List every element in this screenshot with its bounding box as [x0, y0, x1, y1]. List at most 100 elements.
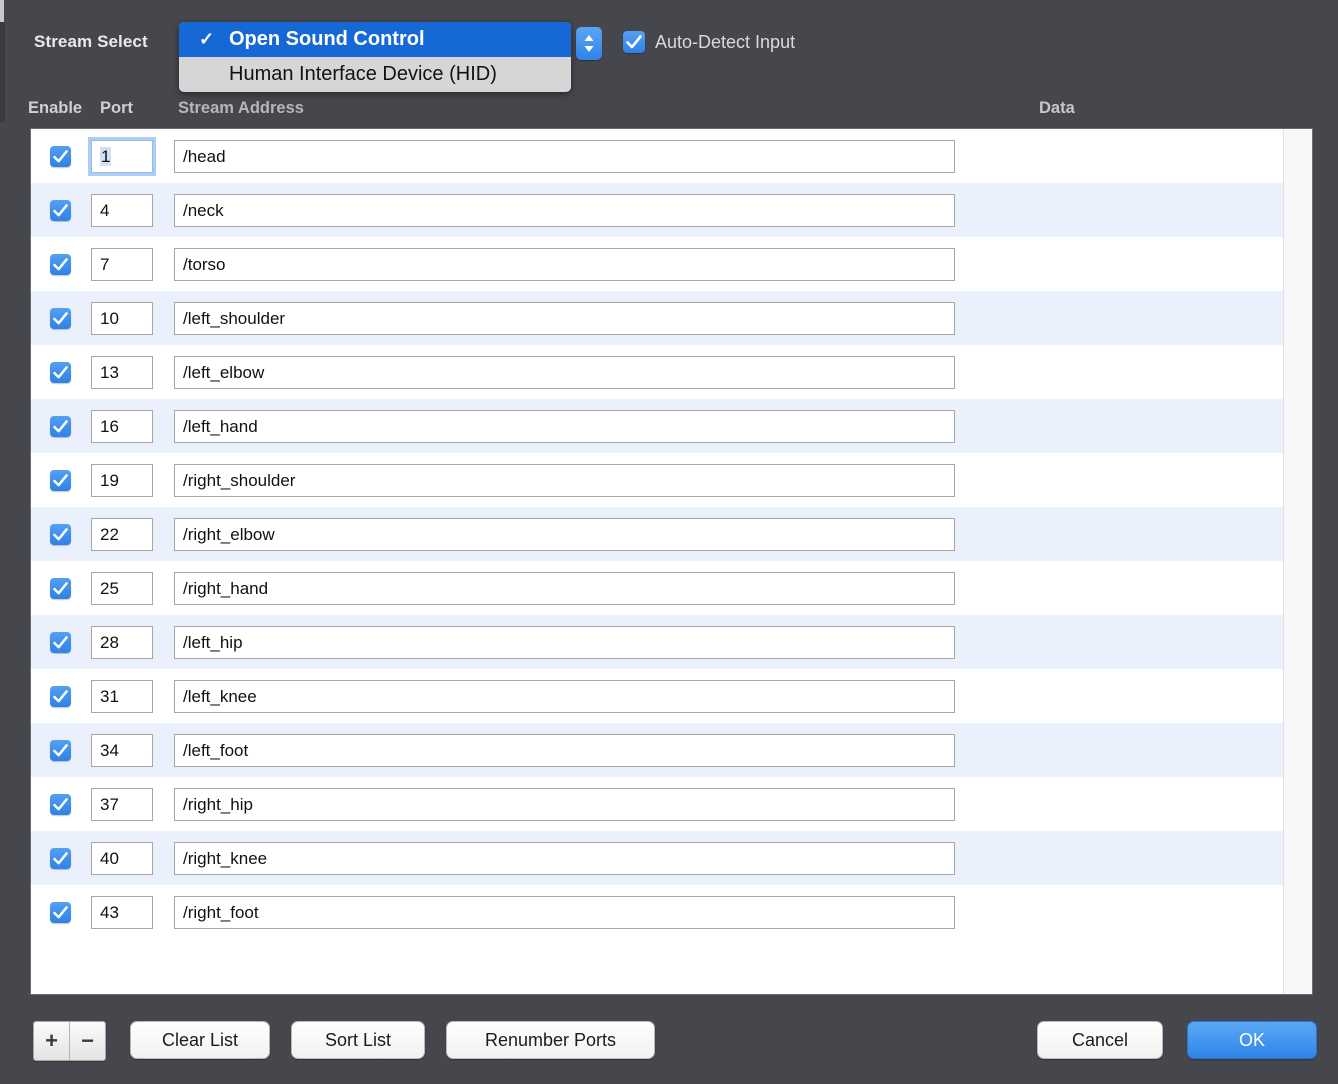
- port-input[interactable]: 10: [91, 301, 153, 335]
- port-input[interactable]: 16: [91, 409, 153, 443]
- data-cell: [955, 896, 1284, 929]
- checkmark-icon: [53, 203, 68, 216]
- checkmark-icon: [53, 581, 68, 594]
- row-enable-checkbox[interactable]: [50, 901, 71, 923]
- column-header-data: Data: [1039, 99, 1075, 117]
- stream-address-input[interactable]: /left_shoulder: [174, 301, 955, 335]
- menu-item-human-interface-device[interactable]: Human Interface Device (HID): [179, 57, 571, 92]
- row-enable-checkbox[interactable]: [50, 469, 71, 491]
- row-enable-checkbox[interactable]: [50, 739, 71, 761]
- port-input-value: 1: [100, 146, 112, 166]
- table-row[interactable]: 1/head: [31, 129, 1284, 183]
- stream-address-input[interactable]: /neck: [174, 193, 955, 227]
- auto-detect-checkbox[interactable]: [623, 31, 645, 53]
- sort-list-button[interactable]: Sort List: [291, 1021, 425, 1059]
- auto-detect-input-label: Auto-Detect Input: [655, 31, 796, 52]
- table-row[interactable]: 34/left_foot: [31, 723, 1284, 777]
- row-enable-checkbox[interactable]: [50, 577, 71, 599]
- port-input[interactable]: 31: [91, 679, 153, 713]
- add-row-button[interactable]: +: [34, 1022, 69, 1060]
- checkmark-icon: [53, 419, 68, 432]
- stream-address-input[interactable]: /right_knee: [174, 841, 955, 875]
- menu-item-label: Open Sound Control: [229, 28, 425, 50]
- port-input[interactable]: 1: [91, 139, 153, 173]
- stream-table: 1/head 4/neck 7/torso 10/left_shoulder 13/le…: [30, 128, 1313, 995]
- stream-address-input[interactable]: /torso: [174, 247, 955, 281]
- table-row[interactable]: 40/right_knee: [31, 831, 1284, 885]
- auto-detect-input-row[interactable]: Auto-Detect Input: [623, 31, 795, 53]
- table-row[interactable]: 25/right_hand: [31, 561, 1284, 615]
- table-row[interactable]: 28/left_hip: [31, 615, 1284, 669]
- data-cell: [955, 302, 1284, 335]
- cancel-button[interactable]: Cancel: [1037, 1021, 1163, 1059]
- row-enable-checkbox[interactable]: [50, 307, 71, 329]
- checkmark-icon: [53, 527, 68, 540]
- row-enable-checkbox[interactable]: [50, 199, 71, 221]
- column-header-port: Port: [100, 99, 133, 117]
- checkmark-icon: [53, 473, 68, 486]
- port-input[interactable]: 40: [91, 841, 153, 875]
- port-input[interactable]: 4: [91, 193, 153, 227]
- port-input[interactable]: 19: [91, 463, 153, 497]
- row-enable-checkbox[interactable]: [50, 523, 71, 545]
- port-input[interactable]: 25: [91, 571, 153, 605]
- clear-list-button[interactable]: Clear List: [130, 1021, 270, 1059]
- stream-type-stepper-button[interactable]: [576, 27, 602, 60]
- table-row[interactable]: 31/left_knee: [31, 669, 1284, 723]
- data-cell: [955, 248, 1284, 281]
- stream-address-input[interactable]: /right_foot: [174, 895, 955, 929]
- table-row[interactable]: 22/right_elbow: [31, 507, 1284, 561]
- port-input[interactable]: 22: [91, 517, 153, 551]
- table-row[interactable]: 37/right_hip: [31, 777, 1284, 831]
- stream-address-input[interactable]: /left_foot: [174, 733, 955, 767]
- dialog-header: Stream Select ✓ Open Sound Control Human…: [0, 0, 1338, 92]
- port-input[interactable]: 34: [91, 733, 153, 767]
- table-row[interactable]: 43/right_foot: [31, 885, 1284, 939]
- remove-row-button[interactable]: −: [69, 1022, 105, 1060]
- port-input[interactable]: 28: [91, 625, 153, 659]
- table-row[interactable]: 10/left_shoulder: [31, 291, 1284, 345]
- stream-address-input[interactable]: /right_hand: [174, 571, 955, 605]
- stream-address-input[interactable]: /right_shoulder: [174, 463, 955, 497]
- data-cell: [955, 140, 1284, 173]
- checkmark-icon: [53, 365, 68, 378]
- stream-address-input[interactable]: /head: [174, 139, 955, 173]
- renumber-ports-button[interactable]: Renumber Ports: [446, 1021, 655, 1059]
- row-enable-checkbox[interactable]: [50, 685, 71, 707]
- row-enable-checkbox[interactable]: [50, 361, 71, 383]
- row-enable-checkbox[interactable]: [50, 145, 71, 167]
- row-enable-checkbox[interactable]: [50, 847, 71, 869]
- table-row[interactable]: 7/torso: [31, 237, 1284, 291]
- checkmark-icon: [53, 311, 68, 324]
- table-row[interactable]: 19/right_shoulder: [31, 453, 1284, 507]
- stream-address-input[interactable]: /left_knee: [174, 679, 955, 713]
- stream-table-body: 1/head 4/neck 7/torso 10/left_shoulder 13/le…: [31, 129, 1284, 939]
- checkmark-icon: [53, 743, 68, 756]
- menu-item-open-sound-control[interactable]: ✓ Open Sound Control: [179, 22, 571, 57]
- port-input[interactable]: 37: [91, 787, 153, 821]
- row-enable-checkbox[interactable]: [50, 631, 71, 653]
- row-enable-checkbox[interactable]: [50, 415, 71, 437]
- data-cell: [955, 410, 1284, 443]
- port-input[interactable]: 13: [91, 355, 153, 389]
- data-cell: [955, 572, 1284, 605]
- port-input[interactable]: 7: [91, 247, 153, 281]
- column-header-enable: Enable: [28, 99, 83, 117]
- table-row[interactable]: 13/left_elbow: [31, 345, 1284, 399]
- checkmark-icon: [53, 689, 68, 702]
- table-vertical-scrollbar[interactable]: [1283, 129, 1312, 994]
- row-enable-checkbox[interactable]: [50, 253, 71, 275]
- port-input[interactable]: 43: [91, 895, 153, 929]
- stream-address-input[interactable]: /right_hip: [174, 787, 955, 821]
- stream-address-input[interactable]: /right_elbow: [174, 517, 955, 551]
- ok-button[interactable]: OK: [1187, 1021, 1317, 1059]
- stream-type-popup-menu[interactable]: ✓ Open Sound Control Human Interface Dev…: [179, 22, 571, 92]
- table-row[interactable]: 4/neck: [31, 183, 1284, 237]
- stream-address-input[interactable]: /left_hand: [174, 409, 955, 443]
- checkmark-icon: [53, 257, 68, 270]
- stream-address-input[interactable]: /left_hip: [174, 625, 955, 659]
- table-row[interactable]: 16/left_hand: [31, 399, 1284, 453]
- row-enable-checkbox[interactable]: [50, 793, 71, 815]
- stream-address-input[interactable]: /left_elbow: [174, 355, 955, 389]
- column-header-stream-address: Stream Address: [178, 99, 304, 117]
